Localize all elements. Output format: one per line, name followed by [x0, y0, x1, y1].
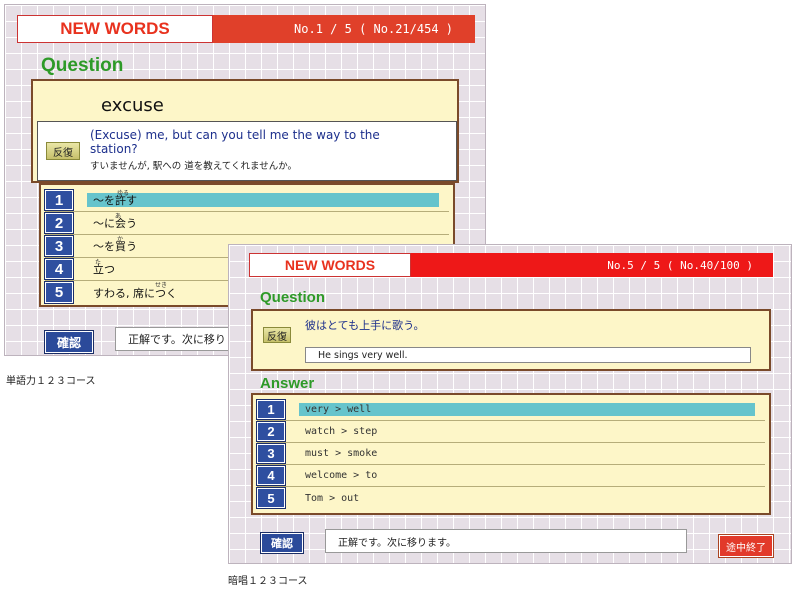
- question-box: 反復 彼はとても上手に歌う。 He sings very well.: [251, 309, 771, 371]
- choice-row[interactable]: 5 Tom > out: [256, 487, 765, 509]
- choice-number: 2: [256, 421, 286, 442]
- choice-label: must > smoke: [305, 448, 378, 459]
- choice-number: 3: [44, 235, 74, 257]
- recitation-course-screen: NEW WORDS No.5 / 5 ( No.40/100 ) Questio…: [228, 244, 792, 564]
- example-sentence-jp: すいませんが, 駅への 道を教えてくれませんか。: [90, 161, 298, 172]
- choice-label: watch > step: [305, 426, 378, 437]
- furigana: せき: [155, 282, 168, 289]
- question-label: Question: [41, 55, 124, 76]
- selected-highlight: [87, 193, 439, 207]
- choice-text: welcome > to: [285, 465, 765, 486]
- confirm-button[interactable]: 確認: [260, 532, 304, 554]
- feedback-message: 正解です。次に移ります。: [325, 529, 687, 553]
- choice-number: 1: [44, 189, 74, 211]
- choice-label: very > well: [305, 404, 372, 415]
- choice-label: welcome > to: [305, 470, 378, 481]
- choice-text: Tom > out: [285, 487, 765, 509]
- choice-number: 4: [256, 465, 286, 486]
- caption-vocabulary-course: 単語力１２３コース: [6, 376, 96, 387]
- choice-row[interactable]: 4 welcome > to: [256, 465, 765, 487]
- choice-number: 4: [44, 258, 74, 280]
- choice-label: 〜を許す: [93, 194, 137, 207]
- header-progress: No.1 / 5 ( No.21/454 ): [213, 15, 475, 43]
- repeat-button[interactable]: 反復: [46, 142, 80, 160]
- choice-number: 3: [256, 443, 286, 464]
- repeat-button[interactable]: 反復: [263, 327, 291, 343]
- caption-recitation-course: 暗唱１２３コース: [228, 576, 308, 587]
- confirm-button[interactable]: 確認: [44, 330, 94, 354]
- choice-row[interactable]: 2 あ 〜に会う: [44, 212, 449, 235]
- choice-text: あ 〜に会う: [73, 212, 449, 234]
- example-sentence-en: (Excuse) me, but can you tell me the way…: [90, 128, 380, 156]
- header-title: NEW WORDS: [249, 253, 411, 277]
- choice-text: must > smoke: [285, 443, 765, 464]
- choice-number: 2: [44, 212, 74, 234]
- answer-list: 1 very > well 2 watch > step 3 must > sm…: [251, 393, 771, 515]
- question-word: excuse: [101, 95, 164, 116]
- furigana: あ: [115, 213, 122, 220]
- choice-row[interactable]: 2 watch > step: [256, 421, 765, 443]
- header-progress: No.5 / 5 ( No.40/100 ): [411, 253, 773, 277]
- choice-text: watch > step: [285, 421, 765, 442]
- furigana: か: [117, 236, 124, 243]
- choice-number: 5: [256, 487, 286, 509]
- choice-text: ゆる 〜を許す: [73, 189, 449, 211]
- header-title: NEW WORDS: [17, 15, 213, 43]
- question-sentence-en: He sings very well.: [305, 347, 751, 363]
- quit-button[interactable]: 途中終了: [718, 534, 774, 558]
- choice-row[interactable]: 1 ゆる 〜を許す: [44, 189, 449, 212]
- question-sentence-jp: 彼はとても上手に歌う。: [305, 319, 425, 332]
- choice-number: 5: [44, 281, 74, 304]
- example-popup: 反復 (Excuse) me, but can you tell me the …: [37, 121, 457, 181]
- choice-number: 1: [256, 399, 286, 420]
- choice-label: 〜を買う: [93, 240, 137, 253]
- choice-row[interactable]: 3 must > smoke: [256, 443, 765, 465]
- choice-text: very > well: [285, 399, 765, 420]
- question-label: Question: [260, 289, 326, 306]
- answer-label: Answer: [260, 375, 315, 392]
- choice-label: Tom > out: [305, 492, 360, 504]
- choice-row[interactable]: 1 very > well: [256, 399, 765, 421]
- furigana: た: [95, 259, 102, 266]
